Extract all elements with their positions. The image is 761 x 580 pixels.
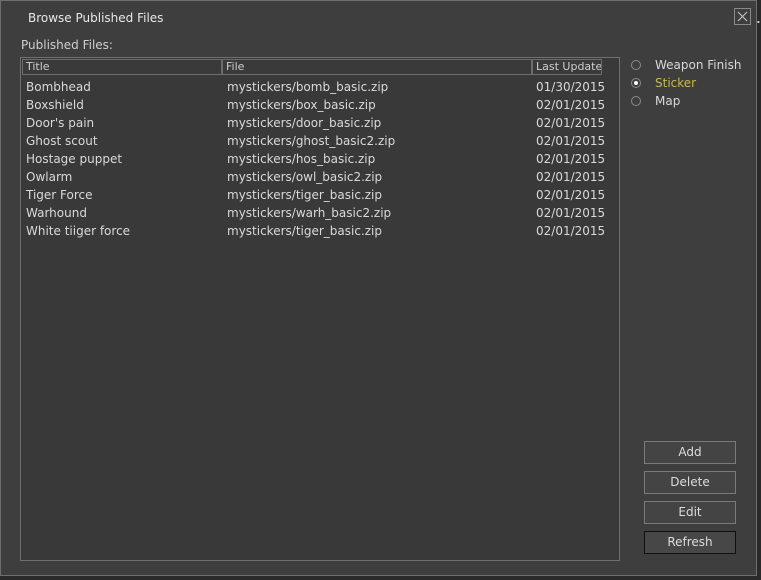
delete-button[interactable]: Delete — [644, 471, 736, 494]
column-header-title[interactable]: Title — [22, 59, 222, 75]
row-title: Warhound — [26, 206, 87, 220]
table-row[interactable]: White tiiger force mystickers/tiger_basi… — [21, 223, 619, 241]
row-date: 02/01/2015 — [536, 170, 606, 184]
edit-button[interactable]: Edit — [644, 501, 736, 524]
radio-map[interactable]: Map — [631, 93, 756, 111]
row-file: mystickers/tiger_basic.zip — [227, 224, 383, 238]
table-row[interactable]: Hostage puppet mystickers/hos_basic.zip … — [21, 151, 619, 169]
radio-label: Map — [655, 94, 681, 108]
row-date: 02/01/2015 — [536, 116, 606, 130]
radio-sticker[interactable]: Sticker — [631, 75, 756, 93]
radio-label: Sticker — [655, 76, 697, 90]
radio-button-icon — [631, 96, 641, 106]
radio-button-selected-icon — [631, 78, 641, 88]
column-header-last-updated[interactable]: Last Updated — [532, 59, 602, 75]
browse-published-files-dialog: Browse Published Files Published Files: … — [0, 0, 757, 576]
row-title: Hostage puppet — [26, 152, 123, 166]
column-header-file[interactable]: File — [222, 59, 532, 75]
radio-button-icon — [631, 60, 641, 70]
row-file: mystickers/tiger_basic.zip — [227, 188, 383, 202]
add-button[interactable]: Add — [644, 441, 736, 464]
row-date: 02/01/2015 — [536, 134, 606, 148]
row-file: mystickers/box_basic.zip — [227, 98, 376, 112]
row-title: Door's pain — [26, 116, 95, 130]
row-date: 02/01/2015 — [536, 206, 606, 220]
row-file: mystickers/hos_basic.zip — [227, 152, 376, 166]
close-icon — [737, 11, 748, 22]
published-files-list[interactable]: Title File Last Updated Bombhead mystick… — [20, 57, 620, 561]
table-row[interactable]: Owlarm mystickers/owl_basic2.zip 02/01/2… — [21, 169, 619, 187]
row-date: 02/01/2015 — [536, 152, 606, 166]
row-title: Owlarm — [26, 170, 73, 184]
row-date: 02/01/2015 — [536, 224, 606, 238]
row-date: 02/01/2015 — [536, 98, 606, 112]
row-file: mystickers/bomb_basic.zip — [227, 80, 389, 94]
table-row[interactable]: Boxshield mystickers/box_basic.zip 02/01… — [21, 97, 619, 115]
offscreen-edge-text: ⬝ — [757, 18, 760, 28]
row-title: Ghost scout — [26, 134, 98, 148]
table-row[interactable]: Warhound mystickers/warh_basic2.zip 02/0… — [21, 205, 619, 223]
refresh-button[interactable]: Refresh — [644, 531, 736, 554]
table-row[interactable]: Ghost scout mystickers/ghost_basic2.zip … — [21, 133, 619, 151]
row-file: mystickers/door_basic.zip — [227, 116, 382, 130]
row-file: mystickers/ghost_basic2.zip — [227, 134, 396, 148]
row-title: Tiger Force — [26, 188, 93, 202]
row-title: White tiiger force — [26, 224, 131, 238]
radio-label: Weapon Finish — [655, 58, 742, 72]
table-row[interactable]: Door's pain mystickers/door_basic.zip 02… — [21, 115, 619, 133]
row-date: 02/01/2015 — [536, 188, 606, 202]
file-type-radio-group: Weapon Finish Sticker Map — [631, 57, 756, 111]
row-date: 01/30/2015 — [536, 80, 606, 94]
row-file: mystickers/warh_basic2.zip — [227, 206, 392, 220]
row-file: mystickers/owl_basic2.zip — [227, 170, 383, 184]
row-title: Boxshield — [26, 98, 84, 112]
published-files-label: Published Files: — [21, 38, 113, 52]
dialog-title: Browse Published Files — [28, 11, 164, 25]
table-row[interactable]: Bombhead mystickers/bomb_basic.zip 01/30… — [21, 79, 619, 97]
radio-weapon-finish[interactable]: Weapon Finish — [631, 57, 756, 75]
file-rows: Bombhead mystickers/bomb_basic.zip 01/30… — [21, 79, 619, 241]
close-button[interactable] — [734, 8, 751, 25]
table-row[interactable]: Tiger Force mystickers/tiger_basic.zip 0… — [21, 187, 619, 205]
row-title: Bombhead — [26, 80, 91, 94]
